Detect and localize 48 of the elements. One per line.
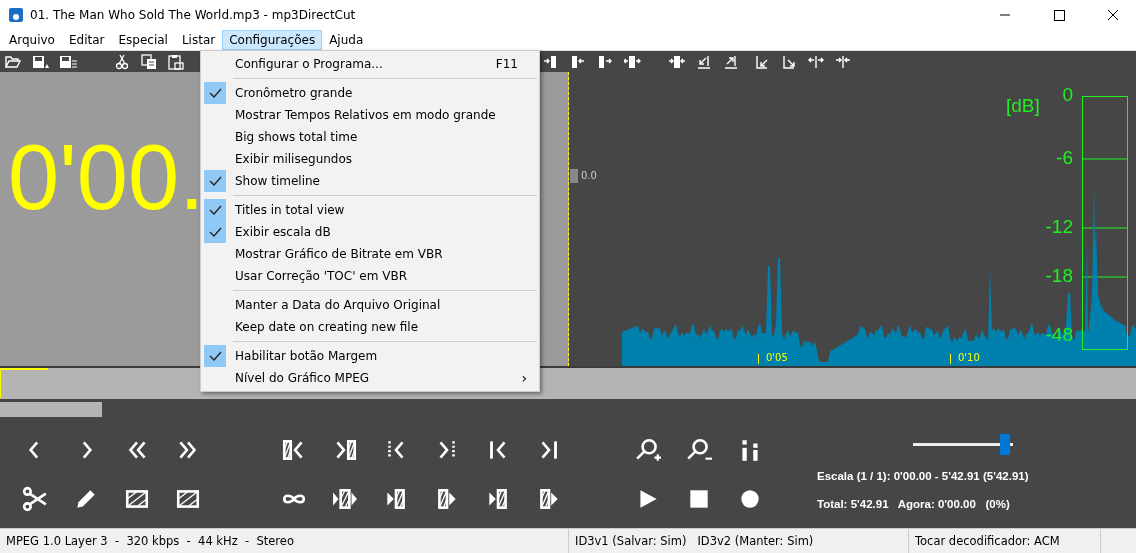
marker-value: 0.0 xyxy=(581,170,597,181)
db-scale-label: -12 xyxy=(1045,216,1073,238)
menu-item[interactable]: Configurações xyxy=(222,30,323,50)
slider-thumb[interactable] xyxy=(1000,434,1011,455)
menu-option[interactable]: Habilitar botão Margem xyxy=(201,345,539,367)
menu-option[interactable]: Usar Correção 'TOC' em VBR xyxy=(201,265,539,287)
menu-item[interactable]: Especial xyxy=(111,30,175,50)
menu-item[interactable]: Editar xyxy=(61,30,112,50)
tick-mark xyxy=(758,354,759,364)
save-icon[interactable] xyxy=(32,53,50,70)
status-text: MPEG 1.0 Layer 3 - 320 kbps - 44 kHz - Stereo xyxy=(0,529,569,553)
arrows-dots-icon[interactable] xyxy=(808,53,826,70)
cut-icon[interactable] xyxy=(22,485,48,512)
view-range-handle[interactable] xyxy=(0,368,48,398)
menu-option[interactable]: Keep date on creating new file xyxy=(201,316,539,338)
scale-info: Escala (1 / 1): 0'00.00 - 5'42.91 (5'42.91) xyxy=(817,470,1029,482)
paste-icon[interactable] xyxy=(168,53,186,70)
db-unit: [dB] xyxy=(1006,95,1040,117)
menu-item[interactable]: Listar xyxy=(174,30,223,50)
menu-option[interactable]: Cronômetro grande xyxy=(201,82,539,104)
arrows-bar-icon[interactable] xyxy=(669,53,687,70)
time-label: 0'05 xyxy=(766,352,788,363)
zoom-out-icon[interactable] xyxy=(686,436,712,463)
status-text: Tocar decodificador: ACM xyxy=(909,529,1101,553)
db-scale-label: -48 xyxy=(1045,324,1073,346)
arrows-bar-icon[interactable] xyxy=(624,53,642,70)
zoom-in-icon[interactable] xyxy=(635,436,661,463)
menu-option[interactable]: Mostrar Gráfico de Bitrate em VBR xyxy=(201,243,539,265)
position-info: Total: 5'42.91 Agora: 0'00.00 (0%) xyxy=(817,498,1011,510)
menu-option[interactable]: Manter a Data do Arquivo Original xyxy=(201,294,539,316)
copy-icon[interactable] xyxy=(141,53,159,70)
time-label: 0'10 xyxy=(958,352,980,363)
app-icon xyxy=(8,7,24,23)
db-scale-label: -6 xyxy=(1056,147,1073,169)
menu-item[interactable]: Ajuda xyxy=(322,30,371,50)
status-text: ID3v1 (Salvar: Sim) ID3v2 (Manter: Sim) xyxy=(569,529,909,553)
arrows-dots-icon[interactable] xyxy=(835,53,853,70)
folder-icon[interactable] xyxy=(5,53,23,70)
window-title: 01. The Man Who Sold The World.mp3 - mp3DirectCut xyxy=(30,8,357,22)
menu-option[interactable]: Configurar o Programa... F11 xyxy=(201,53,539,75)
menu-option[interactable]: Nível do Gráfico MPEG › xyxy=(201,367,539,389)
volume-marker xyxy=(570,169,578,183)
tick-mark xyxy=(950,354,951,364)
db-scale-label: -18 xyxy=(1045,265,1073,287)
menu-item[interactable]: Arquivo xyxy=(2,30,62,50)
db-scale-label: 0 xyxy=(1062,84,1073,106)
menu-option[interactable]: Mostrar Tempos Relativos em modo grande xyxy=(201,104,539,126)
save-list-icon[interactable] xyxy=(59,53,77,70)
